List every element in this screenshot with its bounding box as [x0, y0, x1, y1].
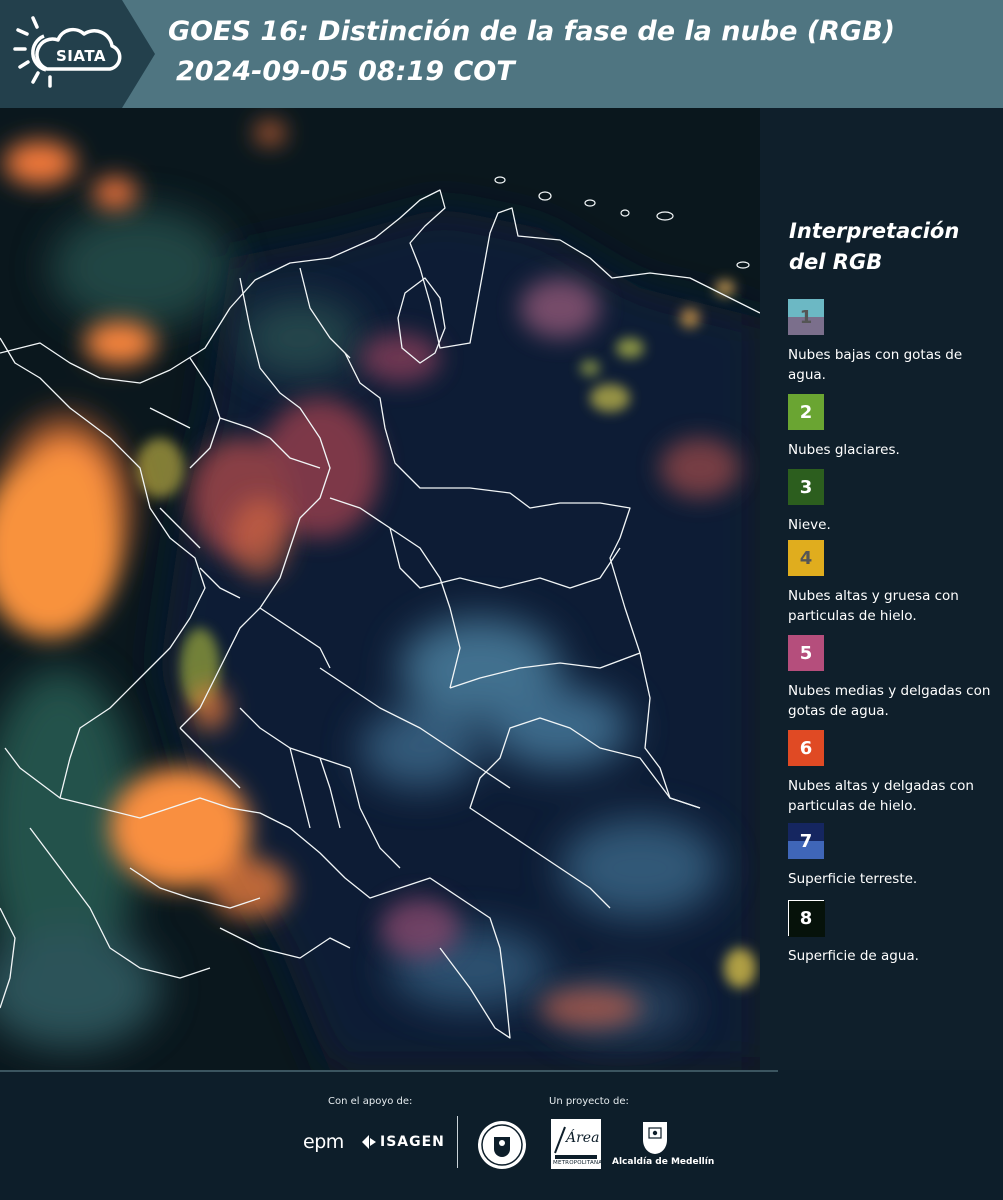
legend-number: 3 — [799, 476, 813, 498]
legend-number: 4 — [799, 547, 813, 569]
isagen-mark-icon — [362, 1135, 376, 1149]
project-label: Un proyecto de: — [549, 1096, 629, 1107]
legend-label: Nieve. — [788, 517, 831, 533]
legend-swatch: 5 — [788, 635, 824, 671]
legend-swatch: 6 — [788, 730, 824, 766]
legend-swatch: 3 — [788, 469, 824, 505]
satellite-map — [0, 108, 760, 1070]
legend-item: 6 Nubes altas y delgadas con particulas d… — [788, 730, 998, 816]
legend-label: Nubes altas y gruesa con particulas de h… — [788, 588, 959, 624]
legend-swatch: 2 — [788, 394, 824, 430]
logo-text: SIATA — [55, 47, 106, 65]
siata-logo: SIATA — [0, 0, 155, 108]
legend-item: 3 Nieve. — [788, 469, 998, 535]
legend-number: 8 — [799, 907, 813, 929]
footer-divider — [457, 1116, 458, 1168]
legend-panel: Interpretación del RGB 1 Nubes bajas con … — [760, 108, 1003, 1070]
legend-number: 7 — [799, 830, 813, 852]
legend-number: 6 — [799, 737, 813, 759]
legend-label: Superficie de agua. — [788, 948, 919, 964]
footer: Con el apoyo de: Un proyecto de: epm ISA… — [0, 1070, 1003, 1200]
page-title: GOES 16: Distinción de la fase de la nub… — [168, 16, 895, 47]
legend-item: 8 Superficie de agua. — [788, 900, 998, 966]
legend-swatch: 1 — [788, 299, 824, 335]
isagen-logo: ISAGEN — [380, 1134, 445, 1150]
legend-label: Superficie terreste. — [788, 871, 918, 887]
support-label: Con el apoyo de: — [328, 1096, 413, 1107]
legend-number: 5 — [799, 642, 813, 664]
university-seal-icon — [478, 1121, 526, 1169]
legend-label: Nubes bajas con gotas de agua. — [788, 347, 963, 383]
area-logo-subtext: METROPOLITANA — [553, 1160, 603, 1166]
page-timestamp: 2024-09-05 08:19 COT — [176, 56, 515, 87]
legend-label: Nubes altas y delgadas con particulas de… — [788, 778, 974, 814]
legend-number: 2 — [799, 401, 813, 423]
legend-item: 4 Nubes altas y gruesa con particulas de … — [788, 540, 998, 626]
legend-item: 1 Nubes bajas con gotas de agua. — [788, 299, 998, 385]
rgb-satellite-image — [0, 108, 760, 1070]
legend-number: 1 — [799, 306, 813, 328]
legend-title: Interpretación del RGB — [789, 219, 960, 274]
legend-swatch: 7 — [788, 823, 824, 859]
alcaldia-text: Alcaldía de Medellín — [612, 1157, 715, 1167]
legend-item: 7 Superficie terreste. — [788, 823, 998, 889]
header-bar: SIATA GOES 16: Distinción de la fase de … — [0, 0, 1003, 108]
footer-separator — [0, 1070, 778, 1072]
legend-item: 2 Nubes glaciares. — [788, 394, 998, 460]
legend-label: Nubes glaciares. — [788, 442, 900, 458]
legend-label: Nubes medias y delgadas con gotas de agu… — [788, 683, 991, 719]
legend-item: 5 Nubes medias y delgadas con gotas de ag… — [788, 635, 998, 721]
epm-logo: epm — [303, 1131, 344, 1153]
legend-swatch: 4 — [788, 540, 824, 576]
legend-swatch: 8 — [788, 900, 825, 937]
area-logo-text: Área — [566, 1130, 600, 1146]
medellin-coat-of-arms-icon — [643, 1122, 667, 1154]
